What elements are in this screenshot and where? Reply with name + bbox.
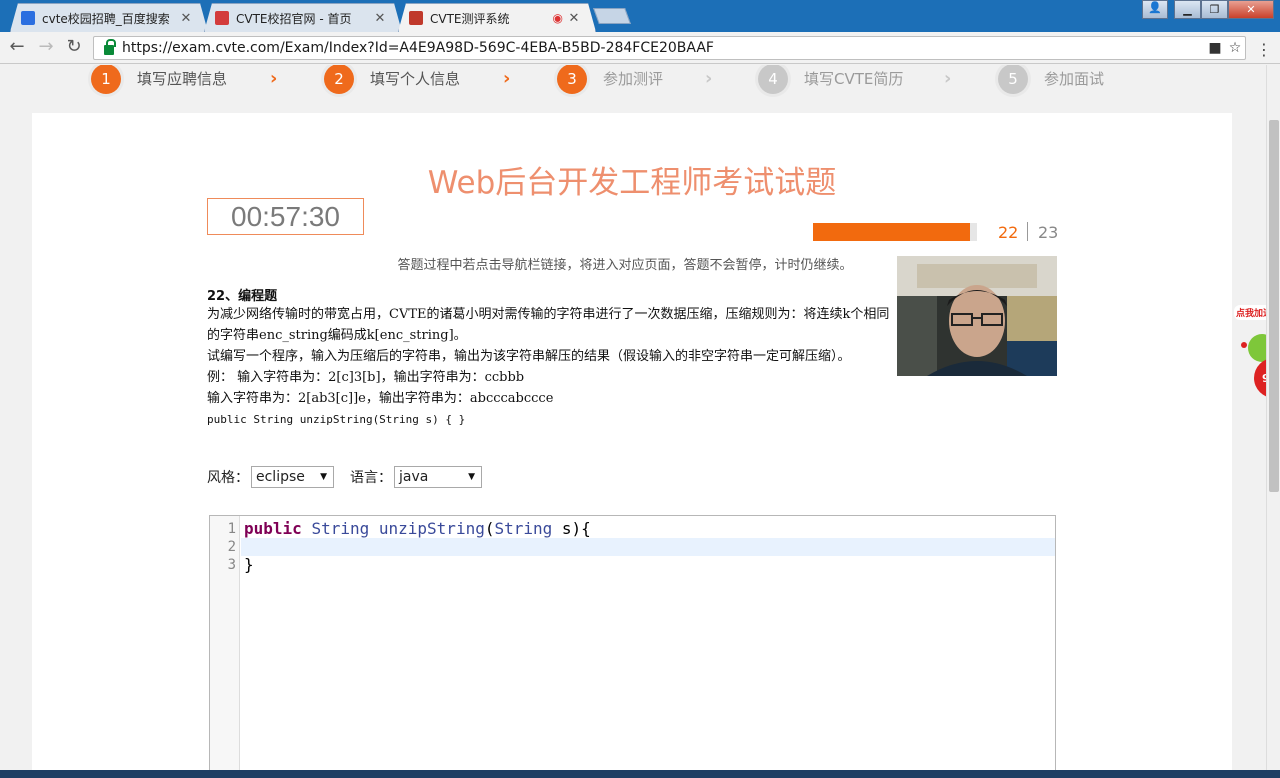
virus-mascot-icon — [1241, 334, 1266, 397]
countdown-timer: 00:57:30 — [207, 198, 364, 235]
step-1: 1 填写应聘信息 — [91, 65, 228, 94]
step-4: 4 填写CVTE简历 — [758, 65, 904, 94]
tab-title: cvte校园招聘_百度搜索 — [42, 11, 170, 26]
step-3: 3 参加测评 — [557, 65, 664, 94]
code-rest: s){ — [552, 519, 591, 538]
brace-token: } — [244, 555, 254, 574]
exam-card: Web后台开发工程师考试试题 00:57:30 22 23 答题过程中若点击导航… — [32, 113, 1232, 770]
step-label: 填写应聘信息 — [137, 70, 228, 88]
question-progress-bar — [813, 223, 977, 241]
example-text: 输入字符串为：2[ab3[c]]e，输出字符串为：abcccabccce — [207, 391, 554, 406]
step-label: 参加测评 — [603, 70, 664, 88]
style-value: eclipse — [256, 469, 305, 485]
step-number: 1 — [91, 65, 121, 94]
question-text: 为减少网络传输时的带宽占用，CVTE的诸葛小明对需传输的字符串进行了一次数据压缩… — [207, 307, 890, 343]
exam-site-icon — [409, 11, 423, 25]
camera-icon[interactable]: ■ — [1205, 40, 1225, 56]
step-label: 填写个人信息 — [370, 70, 461, 88]
step-number: 4 — [758, 65, 788, 94]
tab-cvte-home[interactable]: CVTE校招官网 - 首页 ✕ — [204, 3, 402, 32]
tab-title: CVTE校招官网 - 首页 — [236, 11, 352, 26]
lock-icon — [104, 39, 116, 55]
editor-options: 风格： eclipse 语言： java — [207, 466, 482, 488]
type-token: String — [311, 519, 370, 538]
code-editor[interactable]: 1 2 3 public String unzipString(String s… — [209, 515, 1056, 770]
chevron-right-icon: › — [944, 68, 952, 89]
progress-steps: 1 填写应聘信息 › 2 填写个人信息 › 3 参加测评 › 4 填写CVTE简… — [0, 65, 1266, 105]
bookmark-star-icon[interactable]: ☆ — [1225, 40, 1245, 56]
progress-fill — [813, 223, 971, 241]
close-tab-icon[interactable]: ✕ — [179, 11, 193, 26]
step-2: 2 填写个人信息 — [324, 65, 461, 94]
style-label: 风格： — [207, 470, 249, 486]
tab-strip: cvte校园招聘_百度搜索 ✕ CVTE校招官网 - 首页 ✕ CVTE测评系统… — [0, 0, 1280, 32]
signature-text: public String unzipString(String s) { } — [207, 413, 466, 426]
chevron-right-icon: › — [503, 68, 511, 89]
step-number: 2 — [324, 65, 354, 94]
exam-title: Web后台开发工程师考试试题 — [427, 165, 837, 201]
chevron-right-icon: › — [705, 68, 713, 89]
code-line-1[interactable]: public String unzipString(String s){ — [244, 520, 591, 538]
keyword-token: public — [244, 519, 302, 538]
vertical-scrollbar[interactable] — [1266, 65, 1280, 770]
browser-toolbar: ← → ↻ https://exam.cvte.com/Exam/Index?I… — [0, 32, 1280, 64]
close-tab-icon[interactable]: ✕ — [373, 11, 387, 26]
tab-cvte-exam[interactable]: CVTE测评系统 ◉ ✕ — [398, 3, 596, 32]
new-tab-button[interactable] — [593, 8, 631, 24]
page-viewport: 1 填写应聘信息 › 2 填写个人信息 › 3 参加测评 › 4 填写CVTE简… — [0, 65, 1266, 770]
divider — [1027, 222, 1028, 241]
windows-taskbar — [0, 770, 1280, 778]
back-icon[interactable]: ← — [6, 38, 28, 56]
cvte-logo-icon — [215, 11, 229, 25]
tab-baidu[interactable]: cvte校园招聘_百度搜索 ✕ — [10, 3, 208, 32]
example-text: 例： 输入字符串为：2[c]3[b]，输出字符串为：ccbbb — [207, 370, 525, 385]
forward-icon[interactable]: → — [35, 38, 57, 56]
webcam-image — [897, 256, 1057, 376]
style-select[interactable]: eclipse — [251, 466, 334, 488]
reload-icon[interactable]: ↻ — [63, 38, 85, 56]
method-name-token: unzipString — [378, 519, 485, 538]
step-5: 5 参加面试 — [998, 65, 1105, 94]
address-bar[interactable]: https://exam.cvte.com/Exam/Index?Id=A4E9… — [93, 36, 1246, 60]
speed-up-label: 点我加速 — [1234, 305, 1266, 320]
minimize-button[interactable]: ▁ — [1174, 0, 1201, 19]
step-number: 3 — [557, 65, 587, 94]
step-label: 参加面试 — [1044, 70, 1105, 88]
total-questions: 23 — [1038, 223, 1059, 242]
profile-icon[interactable]: 👤 — [1142, 0, 1168, 19]
language-label: 语言： — [350, 470, 392, 486]
line-number: 1 — [227, 521, 236, 537]
code-line-3[interactable]: } — [244, 556, 254, 574]
window-controls: ▁ ❐ ✕ — [1174, 0, 1274, 19]
line-number: 3 — [227, 557, 236, 573]
step-number: 5 — [998, 65, 1028, 94]
chevron-right-icon: › — [270, 68, 278, 89]
question-heading: 22、编程题 — [207, 289, 278, 304]
scrollbar-thumb[interactable] — [1269, 120, 1279, 492]
close-window-button[interactable]: ✕ — [1228, 0, 1274, 19]
webcam-preview — [897, 256, 1057, 376]
maximize-button[interactable]: ❐ — [1201, 0, 1228, 19]
type-token: String — [494, 519, 553, 538]
question-text: 试编写一个程序，输入为压缩后的字符串，输出为该字符串解压的结果（假设输入的非空字… — [207, 349, 851, 364]
question-body: 为减少网络传输时的带宽占用，CVTE的诸葛小明对需传输的字符串进行了一次数据压缩… — [207, 304, 897, 430]
url-text: https://exam.cvte.com/Exam/Index?Id=A4E9… — [122, 40, 714, 56]
close-tab-icon[interactable]: ✕ — [567, 11, 581, 26]
baidu-paw-icon — [21, 11, 35, 25]
language-value: java — [399, 469, 429, 485]
recording-icon: ◉ — [552, 11, 563, 25]
language-select[interactable]: java — [394, 466, 482, 488]
step-label: 填写CVTE简历 — [804, 70, 904, 88]
line-number: 2 — [227, 539, 236, 555]
tab-title: CVTE测评系统 — [430, 11, 510, 26]
chrome-menu-icon[interactable]: ⋮ — [1256, 40, 1272, 59]
active-line-highlight — [241, 538, 1055, 556]
current-question-number: 22 — [998, 223, 1019, 242]
speed-up-widget[interactable]: 点我加速 94 — [1232, 302, 1266, 412]
